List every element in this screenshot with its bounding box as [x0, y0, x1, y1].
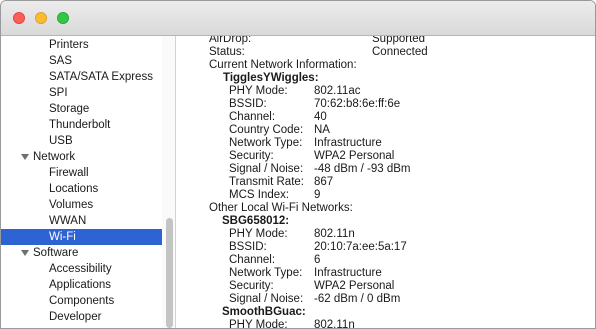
sidebar-item-spi[interactable]: SPI — [1, 85, 162, 101]
sidebar-item-storage[interactable]: Storage — [1, 101, 162, 117]
sidebar-item-wi-fi[interactable]: Wi-Fi — [1, 229, 162, 245]
field-value: NA — [314, 124, 330, 136]
field-label: Network Type: — [229, 137, 303, 149]
field-value: 6 — [314, 254, 321, 266]
details-pane: AirDrop: Supported Status: Connected Current… — [176, 36, 595, 328]
sidebar-item-label: Wi-Fi — [49, 231, 76, 243]
field-label: PHY Mode: — [229, 85, 288, 97]
field-label: MCS Index: — [229, 189, 290, 201]
sidebar-item-label: WWAN — [49, 215, 87, 227]
field-label: Current Network Information: — [209, 59, 357, 71]
field-label: Security: — [229, 150, 274, 162]
sidebar-item-label: SPI — [49, 87, 68, 99]
field-value: Infrastructure — [314, 267, 382, 279]
sidebar-item-components[interactable]: Components — [1, 293, 162, 309]
sidebar-item-sata-sata-express[interactable]: SATA/SATA Express — [1, 69, 162, 85]
sidebar-item-label: Firewall — [49, 167, 89, 179]
sidebar-item-label: Volumes — [49, 199, 94, 211]
field-value: 40 — [314, 111, 327, 123]
sidebar-item-applications[interactable]: Applications — [1, 277, 162, 293]
field-label: BSSID: — [229, 241, 267, 253]
sidebar-item-label: Software — [33, 247, 79, 259]
field-value: 9 — [314, 189, 321, 201]
sidebar-item-firewall[interactable]: Firewall — [1, 165, 162, 181]
field-value: WPA2 Personal — [314, 280, 395, 292]
field-value: 70:62:b8:6e:ff:6e — [314, 98, 401, 110]
sidebar-item-printers[interactable]: Printers — [1, 37, 162, 53]
field-label: SmoothBGuac: — [222, 306, 306, 318]
sidebar-item-wwan[interactable]: WWAN — [1, 213, 162, 229]
minimize-window-button[interactable] — [35, 12, 47, 24]
field-label: Network Type: — [229, 267, 303, 279]
sidebar-item-label: USB — [49, 135, 73, 147]
sidebar-item-sas[interactable]: SAS — [1, 53, 162, 69]
title-bar — [1, 1, 595, 36]
sidebar-item-developer[interactable]: Developer — [1, 309, 162, 325]
sidebar-item-label: Accessibility — [49, 263, 112, 275]
sidebar-category-software[interactable]: Software — [1, 245, 162, 261]
sidebar-item-label: Network — [33, 151, 76, 163]
field-value: -62 dBm / 0 dBm — [314, 293, 401, 305]
field-value: Connected — [372, 46, 428, 58]
field-label: Status: — [209, 46, 245, 58]
sidebar: Printers SAS SATA/SATA Express SPI Storage Th… — [1, 36, 176, 328]
sidebar-item-label: SAS — [49, 55, 73, 67]
field-value: Supported — [372, 36, 426, 45]
field-value: 802.11n — [314, 319, 355, 328]
field-label: Channel: — [229, 111, 276, 123]
field-value: WPA2 Personal — [314, 150, 395, 162]
field-label: Signal / Noise: — [229, 293, 304, 305]
field-value: 20:10:7a:ee:5a:17 — [314, 241, 407, 253]
sidebar-item-thunderbolt[interactable]: Thunderbolt — [1, 117, 162, 133]
field-label: SBG658012: — [222, 215, 290, 227]
field-value: 802.11ac — [314, 85, 361, 97]
sidebar-item-label: Thunderbolt — [49, 119, 111, 131]
disclosure-triangle-icon[interactable] — [21, 154, 29, 160]
field-label: Channel: — [229, 254, 276, 266]
field-label: PHY Mode: — [229, 319, 288, 328]
field-label: AirDrop: — [209, 36, 252, 45]
field-label: Security: — [229, 280, 274, 292]
sidebar-item-label: Locations — [49, 183, 99, 195]
field-value: 802.11n — [314, 228, 355, 240]
close-window-button[interactable] — [13, 12, 25, 24]
sidebar-item-label: Applications — [49, 279, 112, 291]
zoom-window-button[interactable] — [57, 12, 69, 24]
sidebar-item-volumes[interactable]: Volumes — [1, 197, 162, 213]
field-label: Country Code: — [229, 124, 304, 136]
system-information-window: Printers SAS SATA/SATA Express SPI Storage Th… — [0, 0, 596, 329]
field-label: Transmit Rate: — [229, 176, 304, 188]
sidebar-item-accessibility[interactable]: Accessibility — [1, 261, 162, 277]
sidebar-scrollbar-thumb[interactable] — [166, 218, 173, 328]
sidebar-item-locations[interactable]: Locations — [1, 181, 162, 197]
sidebar-item-label: Storage — [49, 103, 90, 115]
sidebar-item-label: SATA/SATA Express — [49, 71, 153, 83]
sidebar-category-network[interactable]: Network — [1, 149, 162, 165]
field-label: BSSID: — [229, 98, 267, 110]
field-label: Other Local Wi-Fi Networks: — [209, 202, 353, 214]
sidebar-item-label: Printers — [49, 39, 89, 51]
field-label: TigglesYWiggles: — [223, 72, 319, 84]
field-value: 867 — [314, 176, 334, 188]
sidebar-item-label: Developer — [49, 311, 102, 323]
sidebar-item-label: Components — [49, 295, 115, 307]
field-value: Infrastructure — [314, 137, 382, 149]
field-label: PHY Mode: — [229, 228, 288, 240]
disclosure-triangle-icon[interactable] — [21, 250, 29, 256]
sidebar-item-usb[interactable]: USB — [1, 133, 162, 149]
field-value: -48 dBm / -93 dBm — [314, 163, 411, 175]
field-label: Signal / Noise: — [229, 163, 304, 175]
